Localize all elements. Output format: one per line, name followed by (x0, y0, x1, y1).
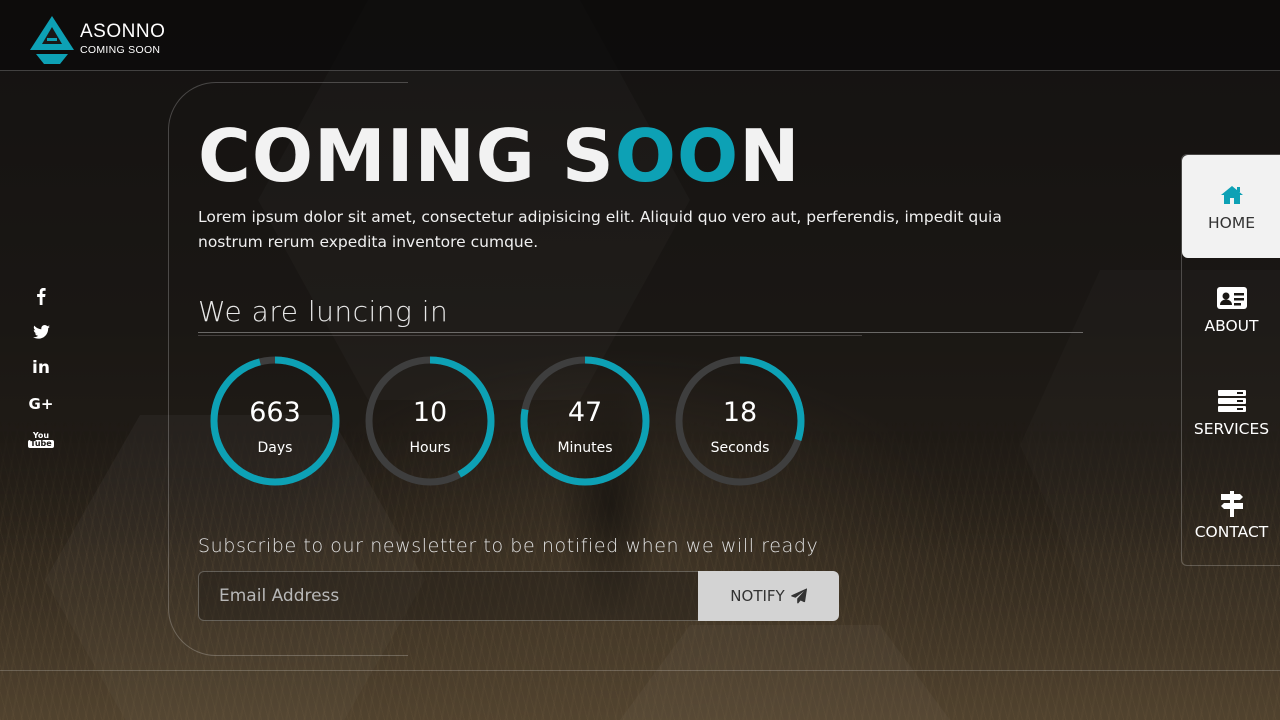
minutes-label: Minutes (557, 440, 613, 456)
linkedin-link[interactable]: in (28, 350, 54, 386)
twitter-icon (32, 325, 50, 339)
title-accent: OO (614, 114, 740, 198)
hours-label: Hours (409, 440, 451, 456)
days-value: 663 (249, 397, 301, 428)
google-plus-icon: G+ (28, 395, 54, 413)
home-icon (1220, 182, 1244, 208)
launch-divider-inner (198, 335, 862, 336)
seconds-label: Seconds (710, 440, 770, 456)
countdown-seconds: 18 Seconds (673, 354, 807, 488)
server-icon (1217, 388, 1246, 414)
signpost-icon (1219, 490, 1245, 517)
nav-label-services: SERVICES (1193, 419, 1270, 438)
logo-text: ASONNO COMING SOON (80, 21, 165, 57)
launch-heading: We are luncing in (198, 295, 449, 328)
brand-name: ASONNO (80, 21, 166, 42)
youtube-word-2: Tube (28, 439, 54, 448)
linkedin-icon: in (32, 358, 50, 378)
days-label: Days (257, 440, 293, 456)
footer-divider (0, 670, 1280, 671)
notify-button[interactable]: NOTIFY (698, 571, 839, 621)
hours-value: 10 (412, 397, 448, 428)
page-title: COMING SOON (198, 108, 800, 204)
logo[interactable]: ASONNO COMING SOON (28, 14, 165, 64)
countdown-hours: 10 Hours (363, 354, 497, 488)
email-input[interactable] (198, 571, 698, 621)
side-nav: HOME ABOUT SERVICES CONTACT (1181, 154, 1280, 566)
nav-item-about[interactable]: ABOUT (1182, 258, 1280, 361)
nav-item-services[interactable]: SERVICES (1182, 361, 1280, 464)
google-plus-link[interactable]: G+ (28, 386, 54, 422)
seconds-value: 18 (722, 397, 758, 428)
title-part-1: COMING S (198, 114, 615, 198)
twitter-link[interactable] (28, 314, 54, 350)
nav-label-contact: CONTACT (1194, 522, 1269, 541)
youtube-icon: You Tube (28, 432, 54, 448)
nav-item-contact[interactable]: CONTACT (1182, 464, 1280, 567)
social-links: in G+ You Tube (28, 278, 54, 458)
countdown-minutes: 47 Minutes (518, 354, 652, 488)
countdown-days: 663 Days (208, 354, 342, 488)
facebook-icon (37, 288, 46, 305)
header-bar: ASONNO COMING SOON (0, 0, 1280, 71)
newsletter-heading: Subscribe to our newsletter to be notifi… (198, 535, 819, 557)
nav-label-home: HOME (1207, 213, 1256, 232)
a-triangle-logo-icon (30, 16, 74, 64)
intro-text: Lorem ipsum dolor sit amet, consectetur … (198, 208, 1002, 251)
minutes-value: 47 (567, 397, 603, 428)
youtube-link[interactable]: You Tube (28, 422, 54, 458)
nav-item-home[interactable]: HOME (1182, 155, 1280, 258)
nav-label-about: ABOUT (1204, 316, 1259, 335)
facebook-link[interactable] (28, 278, 54, 314)
notify-label: NOTIFY (730, 587, 785, 605)
brand-tagline: COMING SOON (80, 44, 161, 56)
newsletter-form: NOTIFY (198, 571, 839, 621)
launch-divider (198, 332, 1083, 333)
id-card-icon (1216, 285, 1247, 311)
paper-plane-icon (790, 588, 807, 604)
title-part-2: N (739, 114, 801, 198)
